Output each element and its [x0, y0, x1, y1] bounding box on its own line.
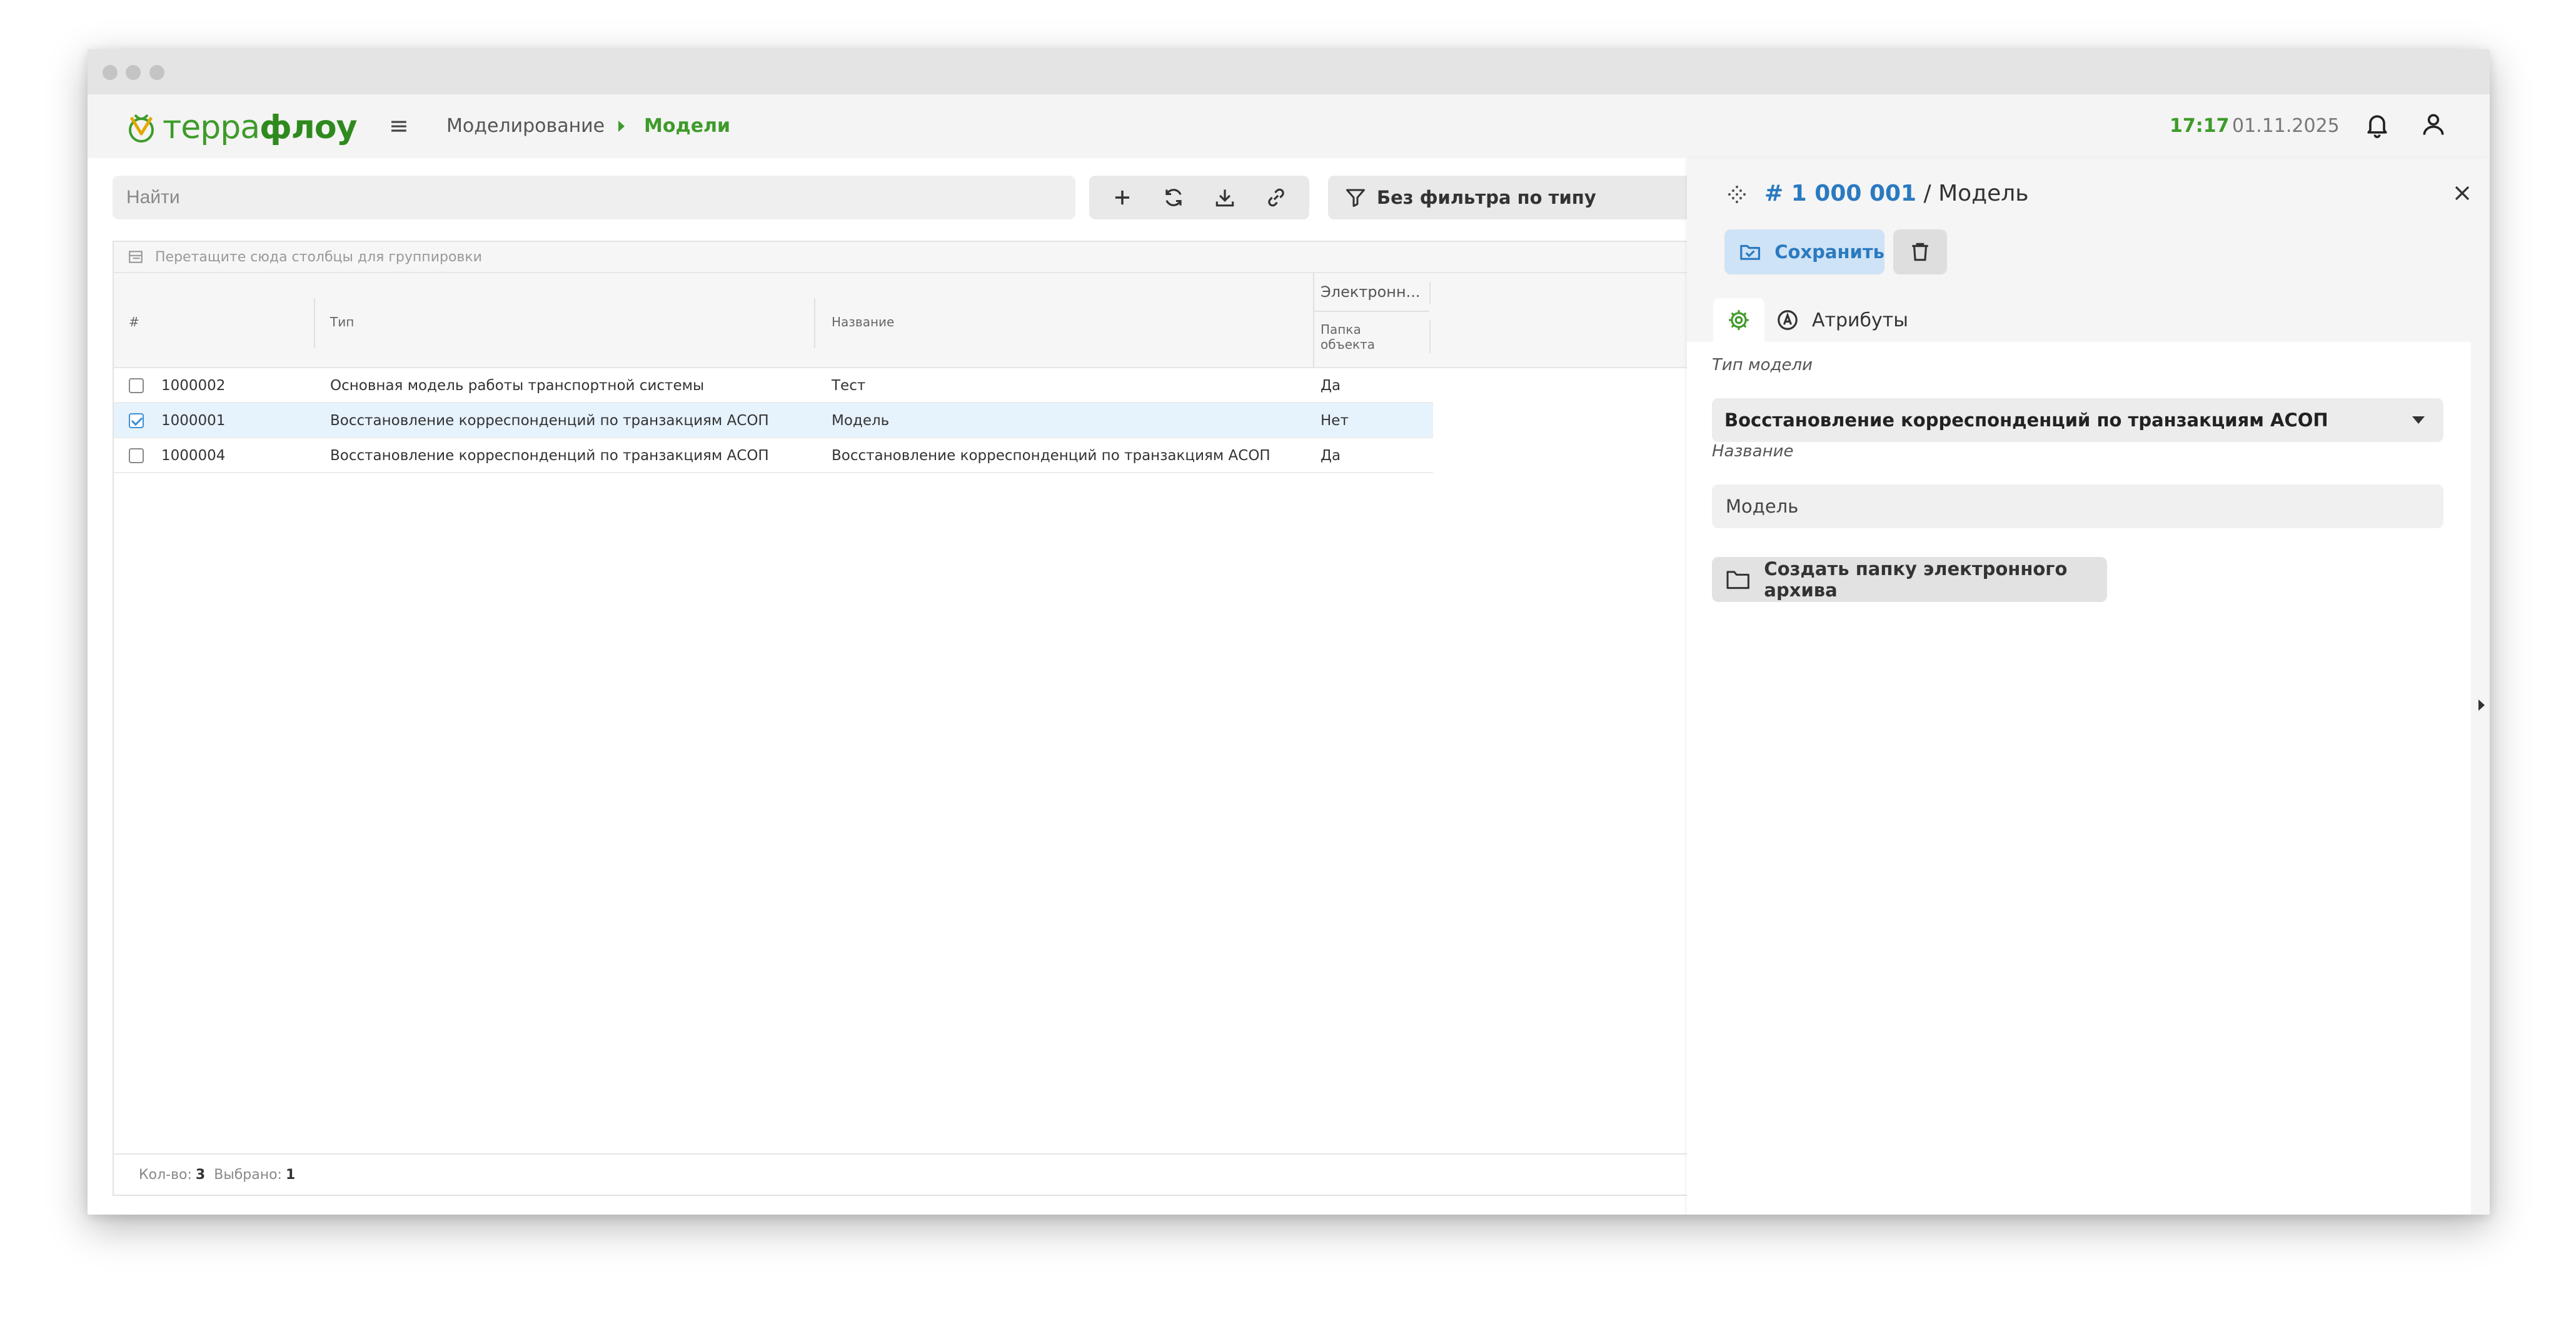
breadcrumb-current: Модели	[644, 115, 731, 137]
record-title: / Модель	[1916, 181, 2029, 206]
attribute-icon	[1778, 310, 1798, 330]
cell-id: 1000004	[161, 448, 226, 464]
save-button[interactable]: Сохранить	[1724, 229, 1884, 274]
name-value: Модель	[1726, 496, 1799, 517]
table-row[interactable]: 1000004 Восстановление корреспонденций по…	[114, 438, 1433, 473]
column-divider[interactable]	[1429, 282, 1431, 304]
link-button[interactable]	[1256, 179, 1296, 216]
cell-name: Тест	[832, 378, 866, 394]
folder-icon	[1726, 571, 1749, 589]
type-filter-label: Без фильтра по типу	[1377, 187, 1596, 208]
tab-settings[interactable]	[1713, 298, 1764, 342]
close-icon[interactable]	[2450, 181, 2475, 206]
row-checkbox[interactable]	[129, 378, 144, 393]
save-folder-icon	[1740, 244, 1761, 260]
grouping-hint: Перетащите сюда столбцы для группировки	[155, 249, 482, 265]
menu-icon[interactable]: ≡	[389, 112, 409, 139]
chevron-down-icon	[2412, 416, 2425, 424]
logo-text-part1: терра	[163, 109, 260, 146]
cell-type: Основная модель работы транспортной сист…	[330, 378, 705, 394]
grid-header: # Тип Название Электронн... Папка объект…	[114, 273, 1699, 368]
logo-icon	[129, 114, 154, 143]
grouping-drop-zone[interactable]: Перетащите сюда столбцы для группировки	[114, 242, 1699, 273]
window-minimize-dot[interactable]	[126, 65, 141, 80]
refresh-icon	[1165, 189, 1182, 206]
app-header: террафлоу ≡ Моделирование Модели 17:17 0…	[88, 94, 2490, 158]
column-header-name[interactable]: Название	[832, 314, 894, 329]
download-icon	[1215, 189, 1234, 207]
toolbar-actions	[1089, 176, 1309, 219]
grid-footer: Кол-во: 3 Выбрано: 1	[114, 1153, 1699, 1195]
group-icon	[129, 251, 143, 263]
user-icon[interactable]	[2420, 111, 2447, 138]
table-row[interactable]: 1000001 Восстановление корреспонденций по…	[114, 403, 1433, 438]
column-divider[interactable]	[814, 298, 815, 348]
window-maximize-dot[interactable]	[149, 65, 164, 80]
link-icon	[1268, 188, 1284, 207]
model-type-select[interactable]: Восстановление корреспонденций по транза…	[1712, 398, 2443, 442]
gear-icon	[1729, 310, 1749, 330]
clock-time: 17:17	[2170, 115, 2230, 137]
cell-name: Восстановление корреспонденций по транза…	[832, 448, 1270, 464]
selected-value: 1	[285, 1166, 296, 1183]
table-row[interactable]: 1000002 Основная модель работы транспортн…	[114, 368, 1433, 403]
name-field[interactable]: Модель	[1712, 484, 2443, 528]
tab-attributes[interactable]: Атрибуты	[1776, 308, 1908, 332]
cell-folder: Да	[1321, 378, 1341, 394]
column-divider[interactable]	[314, 298, 315, 348]
clock-date: 01.11.2025	[2232, 115, 2340, 137]
download-button[interactable]	[1205, 179, 1245, 216]
breadcrumb-parent[interactable]: Моделирование	[446, 115, 605, 137]
model-type-label: Тип модели	[1712, 356, 1813, 374]
logo-text-part2: флоу	[259, 109, 357, 146]
cell-folder: Нет	[1321, 413, 1349, 429]
breadcrumb-separator-icon	[618, 121, 625, 132]
cell-type: Восстановление корреспонденций по транза…	[330, 448, 769, 464]
cell-name: Модель	[832, 413, 890, 429]
filter-icon	[1346, 189, 1365, 207]
cell-folder: Да	[1321, 448, 1341, 464]
cell-type: Восстановление корреспонденций по транза…	[330, 413, 769, 429]
column-divider[interactable]	[1429, 321, 1431, 353]
models-grid: Перетащите сюда столбцы для группировки …	[113, 241, 1701, 1196]
detail-panel: # 1 000 001 / Модель Сохранить Атрибуты …	[1687, 158, 2490, 1215]
cell-id: 1000001	[161, 413, 226, 429]
search-input[interactable]	[113, 176, 1075, 219]
bell-icon[interactable]	[2363, 111, 2391, 138]
panel-title: # 1 000 001 / Модель	[1764, 181, 2028, 206]
window-close-dot[interactable]	[103, 65, 118, 80]
panel-expand-icon[interactable]	[2478, 700, 2485, 711]
add-button[interactable]	[1102, 179, 1142, 216]
column-header-folder[interactable]: Папка объекта	[1321, 322, 1396, 352]
type-filter-button[interactable]: Без фильтра по типу	[1328, 176, 1691, 219]
column-divider[interactable]	[1313, 273, 1314, 368]
drag-handle-icon[interactable]	[1726, 183, 1748, 206]
row-checkbox[interactable]	[129, 448, 144, 463]
trash-icon	[1912, 243, 1928, 261]
delete-button[interactable]	[1893, 229, 1947, 274]
tab-attributes-label: Атрибуты	[1812, 309, 1908, 331]
save-button-label: Сохранить	[1774, 241, 1884, 263]
refresh-button[interactable]	[1154, 179, 1194, 216]
column-header-type[interactable]: Тип	[330, 314, 354, 329]
panel-form: Тип модели Восстановление корреспонденци…	[1687, 342, 2471, 1215]
logo[interactable]: террафлоу	[123, 106, 357, 149]
count-label: Кол-во:	[139, 1166, 192, 1183]
window-titlebar	[88, 49, 2490, 94]
create-archive-folder-label: Создать папку электронного архива	[1764, 558, 2068, 601]
column-group-header[interactable]: Электронн...	[1321, 283, 1421, 301]
model-type-value: Восстановление корреспонденций по транза…	[1724, 409, 2328, 431]
grid-body: 1000002 Основная модель работы транспортн…	[114, 368, 1433, 473]
app-window: террафлоу ≡ Моделирование Модели 17:17 0…	[88, 49, 2490, 1215]
column-header-number[interactable]: #	[129, 314, 139, 329]
row-checkbox[interactable]	[129, 413, 144, 428]
record-id: # 1 000 001	[1764, 181, 1917, 206]
count-value: 3	[195, 1166, 206, 1183]
column-group-divider	[1313, 311, 1429, 312]
plus-icon	[1115, 190, 1130, 205]
cell-id: 1000002	[161, 378, 226, 394]
create-archive-folder-button[interactable]: Создать папку электронного архива	[1712, 557, 2107, 602]
name-label: Название	[1712, 442, 1794, 461]
selected-label: Выбрано:	[214, 1166, 282, 1183]
